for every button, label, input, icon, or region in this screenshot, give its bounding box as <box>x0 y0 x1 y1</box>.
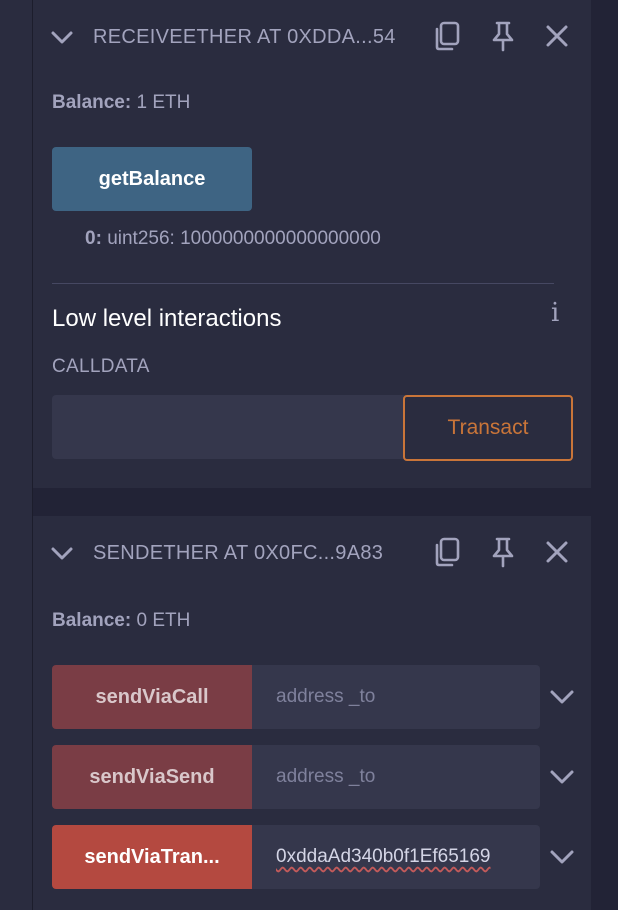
chevron-down-icon[interactable] <box>547 842 577 872</box>
deployed-contract-sendether: SENDETHER AT 0X0FC...9A83 Balance: 0 ETH… <box>33 516 591 910</box>
send-via-call-button[interactable]: sendViaCall <box>52 665 252 729</box>
address-to-value: 0xddaAd340b0f1Ef65169 <box>276 846 491 867</box>
pin-icon[interactable] <box>486 18 520 54</box>
result-index: 0: <box>85 228 102 249</box>
balance-value: 1 ETH <box>136 92 191 113</box>
contract-title: RECEIVEETHER AT 0XDDA...54 <box>93 26 396 48</box>
result-value: uint256: 1000000000000000000 <box>107 228 381 249</box>
address-to-input[interactable]: address _to <box>252 665 540 729</box>
chevron-down-icon[interactable] <box>49 24 75 50</box>
address-to-input[interactable]: 0xddaAd340b0f1Ef65169 <box>252 825 540 889</box>
left-panel-edge <box>0 0 33 910</box>
contract-title: SENDETHER AT 0X0FC...9A83 <box>93 542 384 564</box>
calldata-label: CALLDATA <box>52 356 150 377</box>
section-divider <box>52 283 554 284</box>
close-icon[interactable] <box>540 534 574 570</box>
right-panel-edge <box>591 0 618 910</box>
close-icon[interactable] <box>540 18 574 54</box>
card-gap <box>33 488 591 516</box>
contract-balance: Balance: 0 ETH <box>52 610 190 632</box>
low-level-title: Low level interactions <box>52 305 282 332</box>
copy-icon[interactable] <box>430 18 464 54</box>
address-to-input[interactable]: address _to <box>252 745 540 809</box>
contract-header: RECEIVEETHER AT 0XDDA...54 <box>33 0 591 72</box>
copy-icon[interactable] <box>430 534 464 570</box>
info-icon[interactable]: i <box>551 298 559 328</box>
balance-value: 0 ETH <box>136 610 191 631</box>
chevron-down-icon[interactable] <box>547 762 577 792</box>
chevron-down-icon[interactable] <box>547 682 577 712</box>
balance-label: Balance: <box>52 610 132 631</box>
contract-header: SENDETHER AT 0X0FC...9A83 <box>33 516 591 588</box>
pin-icon[interactable] <box>486 534 520 570</box>
get-balance-button[interactable]: getBalance <box>52 147 252 211</box>
send-via-send-button[interactable]: sendViaSend <box>52 745 252 809</box>
balance-label: Balance: <box>52 92 132 113</box>
chevron-down-icon[interactable] <box>49 540 75 566</box>
deployed-contract-receiveether: RECEIVEETHER AT 0XDDA...54 Balance: 1 ET… <box>33 0 591 488</box>
send-via-transfer-button[interactable]: sendViaTran... <box>52 825 252 889</box>
transact-button[interactable]: Transact <box>403 395 573 461</box>
contract-balance: Balance: 1 ETH <box>52 92 190 114</box>
call-result: 0: uint256: 1000000000000000000 <box>85 228 381 250</box>
address-to-placeholder: address _to <box>276 766 376 787</box>
address-to-placeholder: address _to <box>276 686 376 707</box>
calldata-input[interactable] <box>52 395 406 459</box>
